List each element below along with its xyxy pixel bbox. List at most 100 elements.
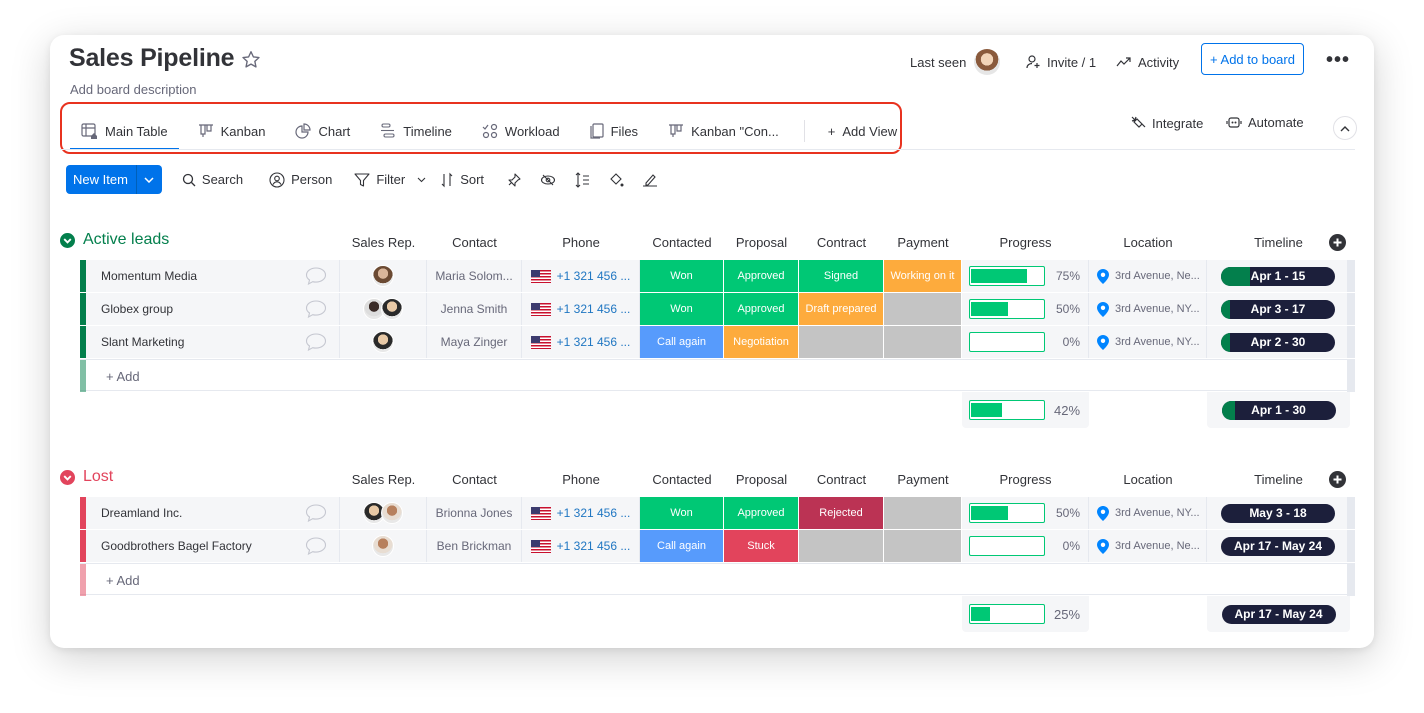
proposal-status-cell[interactable]: Stuck xyxy=(724,530,799,562)
progress-cell[interactable]: 0% xyxy=(962,530,1089,562)
contacted-status-cell[interactable]: Won xyxy=(640,260,724,292)
new-item-button[interactable]: New Item xyxy=(66,165,162,194)
add-column-icon[interactable] xyxy=(1329,234,1346,256)
payment-status-cell[interactable] xyxy=(884,530,962,562)
contract-status-cell[interactable]: Draft prepared xyxy=(799,293,884,325)
phone-number[interactable]: +1 321 456 ... xyxy=(557,269,631,283)
item-name-cell[interactable]: Globex group xyxy=(86,293,340,325)
collapse-header-button[interactable] xyxy=(1333,116,1357,140)
phone-number[interactable]: +1 321 456 ... xyxy=(557,539,631,553)
timeline-cell[interactable]: Apr 3 - 17 xyxy=(1207,293,1350,325)
filter-button[interactable]: Filter xyxy=(354,172,426,188)
sort-button[interactable]: Sort xyxy=(440,172,484,188)
item-name-cell[interactable]: Goodbrothers Bagel Factory xyxy=(86,530,340,562)
tab-workload[interactable]: Workload xyxy=(471,113,571,149)
contact-cell[interactable]: Jenna Smith xyxy=(427,293,522,325)
table-row[interactable]: Globex group Jenna Smith +1 321 456 ... Wo… xyxy=(80,293,1355,325)
activity-button[interactable]: Activity xyxy=(1116,49,1179,75)
tab-timeline[interactable]: Timeline xyxy=(369,113,463,149)
sales-rep-cell[interactable] xyxy=(340,530,427,562)
person-avatar[interactable] xyxy=(381,502,403,524)
timeline-pill[interactable]: Apr 17 - May 24 xyxy=(1221,536,1335,556)
phone-cell[interactable]: +1 321 456 ... xyxy=(522,497,640,529)
pin-icon[interactable] xyxy=(506,172,522,188)
location-cell[interactable]: 3rd Avenue, NY... xyxy=(1089,293,1207,325)
conversation-icon[interactable] xyxy=(305,333,327,351)
table-row[interactable]: Slant Marketing Maya Zinger +1 321 456 ..… xyxy=(80,326,1355,358)
conversation-icon[interactable] xyxy=(305,300,327,318)
proposal-status-cell[interactable]: Approved xyxy=(724,497,799,529)
timeline-cell[interactable]: May 3 - 18 xyxy=(1207,497,1350,529)
progress-cell[interactable]: 50% xyxy=(962,497,1089,529)
person-filter-button[interactable]: Person xyxy=(269,171,332,188)
tab-main-table[interactable]: Main Table xyxy=(70,113,179,150)
contacted-status-cell[interactable]: Call again xyxy=(640,530,724,562)
progress-cell[interactable]: 50% xyxy=(962,293,1089,325)
item-name[interactable]: Slant Marketing xyxy=(101,335,184,349)
phone-cell[interactable]: +1 321 456 ... xyxy=(522,530,640,562)
payment-status-cell[interactable] xyxy=(884,293,962,325)
table-row[interactable]: Momentum Media Maria Solom... +1 321 456 … xyxy=(80,260,1355,292)
item-name[interactable]: Dreamland Inc. xyxy=(101,506,182,520)
column-header[interactable]: Contacted xyxy=(640,235,724,250)
item-name[interactable]: Goodbrothers Bagel Factory xyxy=(101,539,252,553)
column-header[interactable]: Payment xyxy=(884,235,962,250)
tab-kanban[interactable]: Kanban xyxy=(187,113,277,149)
column-header[interactable]: Sales Rep. xyxy=(340,472,427,487)
group-title[interactable]: Active leads xyxy=(83,231,169,249)
location-cell[interactable]: 3rd Avenue, Ne... xyxy=(1089,260,1207,292)
payment-status-cell[interactable]: Working on it xyxy=(884,260,962,292)
column-header[interactable]: Contact xyxy=(427,235,522,250)
item-name[interactable]: Momentum Media xyxy=(101,269,197,283)
phone-cell[interactable]: +1 321 456 ... xyxy=(522,260,640,292)
timeline-pill[interactable]: Apr 1 - 15 xyxy=(1221,266,1335,286)
location-cell[interactable]: 3rd Avenue, NY... xyxy=(1089,497,1207,529)
sales-rep-cell[interactable] xyxy=(340,293,427,325)
progress-cell[interactable]: 75% xyxy=(962,260,1089,292)
location-cell[interactable]: 3rd Avenue, Ne... xyxy=(1089,530,1207,562)
new-item-label[interactable]: New Item xyxy=(66,165,136,194)
conversation-icon[interactable] xyxy=(305,267,327,285)
add-item-label[interactable]: + Add xyxy=(106,573,140,588)
column-header[interactable]: Phone xyxy=(522,235,640,250)
item-name-cell[interactable]: Dreamland Inc. xyxy=(86,497,340,529)
add-to-board-button[interactable]: + Add to board xyxy=(1201,43,1304,75)
progress-cell[interactable]: 0% xyxy=(962,326,1089,358)
conversation-icon[interactable] xyxy=(305,504,327,522)
contract-status-cell[interactable] xyxy=(799,530,884,562)
more-options-icon[interactable]: ••• xyxy=(1326,49,1350,72)
automate-button[interactable]: Automate xyxy=(1226,115,1304,130)
group-header[interactable]: Active leads xyxy=(60,231,169,249)
contacted-status-cell[interactable]: Call again xyxy=(640,326,724,358)
group-collapse-chevron-icon[interactable] xyxy=(60,469,75,485)
color-fill-icon[interactable] xyxy=(608,172,624,188)
conversation-icon[interactable] xyxy=(305,537,327,555)
item-name[interactable]: Globex group xyxy=(101,302,173,316)
tab-chart[interactable]: Chart xyxy=(284,113,361,149)
item-name-cell[interactable]: Momentum Media xyxy=(86,260,340,292)
timeline-cell[interactable]: Apr 2 - 30 xyxy=(1207,326,1350,358)
phone-number[interactable]: +1 321 456 ... xyxy=(557,335,631,349)
group-title[interactable]: Lost xyxy=(83,468,113,486)
column-header[interactable]: Contacted xyxy=(640,472,724,487)
proposal-status-cell[interactable]: Approved xyxy=(724,260,799,292)
edit-icon[interactable] xyxy=(642,172,658,188)
location-cell[interactable]: 3rd Avenue, NY... xyxy=(1089,326,1207,358)
add-item-label[interactable]: + Add xyxy=(106,369,140,384)
sales-rep-cell[interactable] xyxy=(340,260,427,292)
column-header[interactable]: Location xyxy=(1089,235,1207,250)
group-header[interactable]: Lost xyxy=(60,468,113,486)
contact-cell[interactable]: Maria Solom... xyxy=(427,260,522,292)
add-item-row[interactable]: + Add xyxy=(80,359,1355,392)
phone-number[interactable]: +1 321 456 ... xyxy=(557,506,631,520)
table-row[interactable]: Goodbrothers Bagel Factory Ben Brickman +… xyxy=(80,530,1355,562)
payment-status-cell[interactable] xyxy=(884,497,962,529)
column-header[interactable]: Sales Rep. xyxy=(340,235,427,250)
column-header[interactable]: Payment xyxy=(884,472,962,487)
column-header[interactable]: Phone xyxy=(522,472,640,487)
tab-kanban-con[interactable]: Kanban "Con... xyxy=(657,113,790,149)
add-column-icon[interactable] xyxy=(1329,471,1346,493)
chevron-down-icon[interactable] xyxy=(417,177,426,183)
table-row[interactable]: Dreamland Inc. Brionna Jones +1 321 456 .… xyxy=(80,497,1355,529)
sales-rep-cell[interactable] xyxy=(340,326,427,358)
